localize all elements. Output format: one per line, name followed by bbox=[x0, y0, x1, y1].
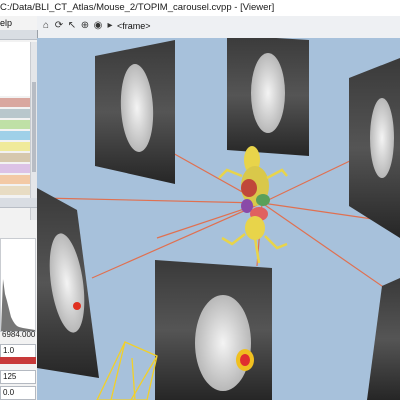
camera-icon[interactable]: ◉ bbox=[93, 20, 103, 32]
scan-panel-top-right[interactable] bbox=[349, 58, 400, 238]
window-titlebar: C:/Data/BLI_CT_Atlas/Mouse_2/TOPIM_carou… bbox=[0, 0, 400, 17]
field-3-value: 0.0 bbox=[3, 388, 15, 397]
scan-panel-top-center[interactable] bbox=[227, 38, 309, 156]
play-icon[interactable]: ▸ bbox=[105, 20, 115, 32]
panel-header-2 bbox=[0, 198, 37, 208]
field-3[interactable]: 0.0 bbox=[0, 386, 36, 400]
camera-frustum[interactable] bbox=[96, 341, 158, 400]
menu-help[interactable]: elp bbox=[0, 18, 12, 28]
scrollbar-thumb[interactable] bbox=[32, 82, 36, 172]
scan-panel-bottom-right[interactable] bbox=[367, 278, 400, 400]
color-swatch[interactable] bbox=[0, 175, 30, 184]
histogram-curve bbox=[1, 279, 35, 331]
histogram bbox=[0, 238, 36, 332]
panel-header bbox=[0, 30, 37, 40]
object-list bbox=[0, 42, 30, 96]
color-swatch[interactable] bbox=[0, 153, 30, 162]
zoom-icon[interactable]: ⊕ bbox=[80, 20, 90, 32]
color-bar bbox=[0, 357, 36, 364]
scan-panel-bottom-center[interactable] bbox=[155, 260, 272, 400]
home-icon[interactable]: ⌂ bbox=[41, 20, 51, 32]
color-swatch[interactable] bbox=[0, 98, 30, 107]
panel-scrollbar[interactable] bbox=[30, 42, 37, 220]
scan-panel-left[interactable] bbox=[37, 188, 99, 378]
color-swatch[interactable] bbox=[0, 186, 30, 195]
field-1[interactable]: 1.0 bbox=[0, 344, 36, 358]
color-swatch[interactable] bbox=[0, 131, 30, 140]
field-2-value: 125 bbox=[3, 372, 17, 381]
menu-bar: elp bbox=[0, 16, 37, 31]
scan-panel-top-left[interactable] bbox=[95, 40, 175, 184]
color-swatch[interactable] bbox=[0, 120, 30, 129]
cursor-icon[interactable]: ↖ bbox=[67, 20, 77, 32]
viewer-toolbar: ⌂ ⟳ ↖ ⊕ ◉ ▸ <frame> bbox=[37, 16, 400, 39]
color-swatch[interactable] bbox=[0, 164, 30, 173]
color-swatch[interactable] bbox=[0, 109, 30, 118]
field-2[interactable]: 125 bbox=[0, 370, 36, 384]
color-swatch[interactable] bbox=[0, 142, 30, 151]
rotate-icon[interactable]: ⟳ bbox=[54, 20, 64, 32]
skeleton-model[interactable] bbox=[218, 146, 288, 264]
window-title: C:/Data/BLI_CT_Atlas/Mouse_2/TOPIM_carou… bbox=[0, 2, 275, 13]
left-panel: 6984.000 1.0 125 0.0 bbox=[0, 30, 38, 400]
histogram-max: 6984.000 bbox=[2, 330, 36, 339]
field-1-value: 1.0 bbox=[3, 346, 15, 355]
3d-viewer[interactable] bbox=[37, 38, 400, 400]
frame-label: <frame> bbox=[117, 21, 151, 31]
